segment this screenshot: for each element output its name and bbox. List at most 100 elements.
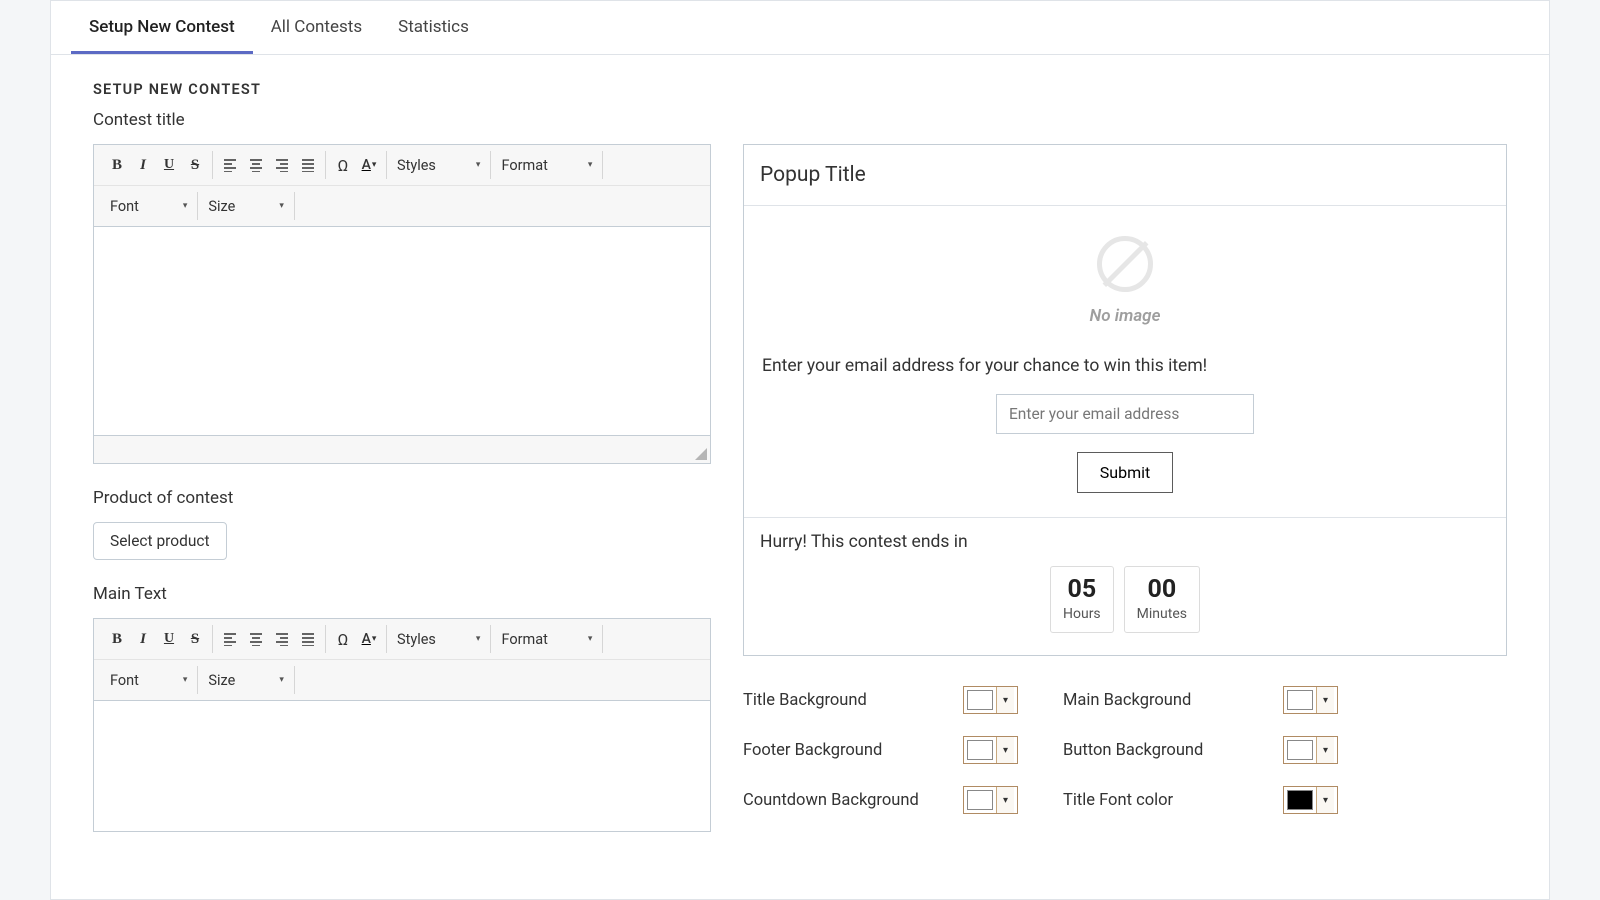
main-background-picker[interactable]: ▾ (1283, 686, 1338, 714)
underline-button[interactable]: U (156, 152, 182, 178)
main-text-label: Main Text (93, 584, 711, 604)
editor-toolbar-2: B I U S (94, 619, 710, 701)
font-dropdown[interactable]: Font ▾ (100, 192, 198, 220)
tab-statistics[interactable]: Statistics (380, 1, 487, 54)
contest-title-label: Contest title (93, 110, 1507, 130)
insert-group: Ω A ▾ (326, 625, 387, 653)
page-wrapper: Setup New Contest All Contests Statistic… (0, 0, 1600, 900)
align-group (213, 151, 326, 179)
align-left-icon[interactable] (217, 626, 243, 652)
editor-textarea-2[interactable] (94, 701, 710, 831)
font-dropdown[interactable]: Font ▾ (100, 666, 198, 694)
email-input[interactable] (996, 394, 1254, 434)
title-font-color-label: Title Font color (1063, 791, 1283, 810)
styles-dropdown[interactable]: Styles ▾ (387, 151, 491, 179)
color-swatch (967, 690, 993, 710)
tab-setup-new-contest[interactable]: Setup New Contest (71, 1, 253, 54)
resize-handle-icon[interactable] (695, 448, 707, 460)
hurry-text: Hurry! This contest ends in (760, 532, 1490, 552)
tab-bar: Setup New Contest All Contests Statistic… (51, 1, 1549, 55)
align-justify-icon[interactable] (295, 626, 321, 652)
strikethrough-button[interactable]: S (182, 152, 208, 178)
size-label: Size (208, 672, 235, 689)
main-background-label: Main Background (1063, 691, 1283, 710)
popup-main: No image Enter your email address for yo… (744, 206, 1506, 517)
popup-title: Popup Title (744, 145, 1506, 206)
size-dropdown[interactable]: Size ▾ (198, 192, 294, 220)
special-char-button[interactable]: Ω (330, 152, 356, 178)
hours-box: 05 Hours (1050, 566, 1114, 633)
tab-all-contests[interactable]: All Contests (253, 1, 380, 54)
chevron-down-icon: ▾ (279, 201, 284, 211)
text-style-group: B I U S (100, 625, 213, 653)
left-column: B I U S (93, 144, 711, 832)
align-left-icon[interactable] (217, 152, 243, 178)
text-color-button[interactable]: A ▾ (356, 152, 382, 178)
select-product-button[interactable]: Select product (93, 522, 227, 560)
popup-preview: Popup Title No image Enter your email ad… (743, 144, 1507, 656)
no-image-label: No image (760, 306, 1490, 326)
chevron-down-icon: ▾ (476, 160, 481, 170)
bold-button[interactable]: B (104, 626, 130, 652)
minutes-label: Minutes (1137, 606, 1187, 622)
color-swatch (1287, 690, 1313, 710)
card: Setup New Contest All Contests Statistic… (50, 0, 1550, 900)
text-color-button[interactable]: A ▾ (356, 626, 382, 652)
align-group (213, 625, 326, 653)
format-label: Format (501, 157, 547, 174)
align-justify-icon[interactable] (295, 152, 321, 178)
countdown-background-picker[interactable]: ▾ (963, 786, 1018, 814)
title-font-color-picker[interactable]: ▾ (1283, 786, 1338, 814)
footer-background-picker[interactable]: ▾ (963, 736, 1018, 764)
countdown: 05 Hours 00 Minutes (760, 566, 1490, 633)
size-dropdown[interactable]: Size ▾ (198, 666, 294, 694)
product-of-contest-label: Product of contest (93, 488, 711, 508)
text-style-group: B I U S (100, 151, 213, 179)
color-swatch (1287, 790, 1313, 810)
content: SETUP NEW CONTEST Contest title B I U S (51, 55, 1549, 858)
bold-button[interactable]: B (104, 152, 130, 178)
button-background-label: Button Background (1063, 741, 1283, 760)
chevron-down-icon: ▾ (996, 787, 1014, 813)
prompt-text: Enter your email address for your chance… (760, 356, 1490, 376)
format-label: Format (501, 631, 547, 648)
title-background-picker[interactable]: ▾ (963, 686, 1018, 714)
no-image-icon (1097, 236, 1153, 292)
styles-label: Styles (397, 631, 436, 648)
align-center-icon[interactable] (243, 152, 269, 178)
countdown-background-label: Countdown Background (743, 791, 963, 810)
editor-textarea[interactable] (94, 227, 710, 435)
align-center-icon[interactable] (243, 626, 269, 652)
right-column: Popup Title No image Enter your email ad… (743, 144, 1507, 832)
strikethrough-button[interactable]: S (182, 626, 208, 652)
color-swatch (967, 740, 993, 760)
popup-footer: Hurry! This contest ends in 05 Hours 00 … (744, 517, 1506, 655)
submit-button[interactable]: Submit (1077, 452, 1173, 493)
italic-button[interactable]: I (130, 152, 156, 178)
format-dropdown[interactable]: Format ▾ (491, 151, 603, 179)
font-label: Font (110, 198, 139, 215)
special-char-button[interactable]: Ω (330, 626, 356, 652)
align-right-icon[interactable] (269, 152, 295, 178)
color-options-grid: Title Background ▾ Main Background ▾ Foo… (743, 686, 1507, 814)
underline-button[interactable]: U (156, 626, 182, 652)
insert-group: Ω A ▾ (326, 151, 387, 179)
align-right-icon[interactable] (269, 626, 295, 652)
styles-dropdown[interactable]: Styles ▾ (387, 625, 491, 653)
main-text-editor: B I U S (93, 618, 711, 832)
chevron-down-icon: ▾ (183, 675, 188, 685)
italic-button[interactable]: I (130, 626, 156, 652)
title-background-label: Title Background (743, 691, 963, 710)
footer-background-label: Footer Background (743, 741, 963, 760)
hours-label: Hours (1063, 606, 1101, 622)
format-dropdown[interactable]: Format ▾ (491, 625, 603, 653)
chevron-down-icon: ▾ (372, 160, 377, 170)
toolbar-row-2: Font ▾ Size ▾ (94, 186, 710, 226)
hours-value: 05 (1063, 575, 1101, 604)
minutes-box: 00 Minutes (1124, 566, 1200, 633)
button-background-picker[interactable]: ▾ (1283, 736, 1338, 764)
contest-title-editor: B I U S (93, 144, 711, 464)
chevron-down-icon: ▾ (183, 201, 188, 211)
chevron-down-icon: ▾ (1316, 687, 1334, 713)
toolbar-row-2b: Font ▾ Size ▾ (94, 660, 710, 700)
